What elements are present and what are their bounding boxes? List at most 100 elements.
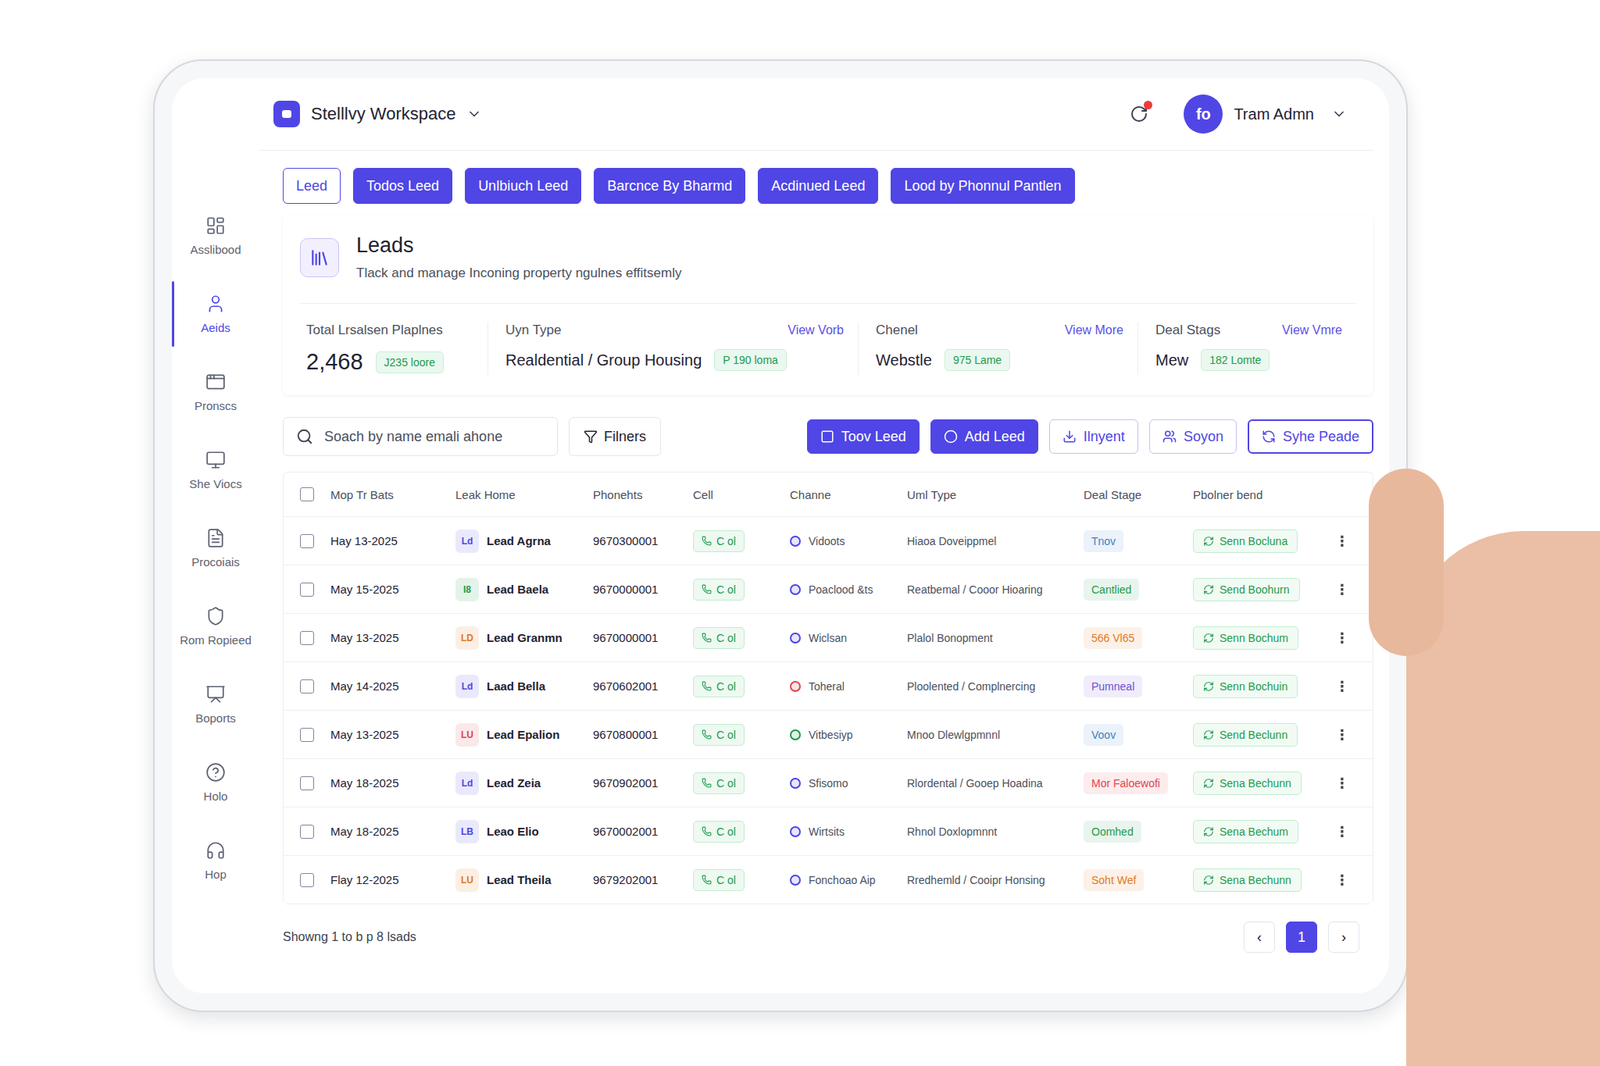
row-checkbox[interactable]	[300, 825, 315, 840]
sidebar-item[interactable]: Boports	[171, 665, 260, 744]
row-menu[interactable]: ⋮	[1332, 775, 1350, 793]
user-avatar[interactable]: fo	[1183, 94, 1223, 134]
row-checkbox[interactable]	[300, 776, 315, 791]
send-brochure-button[interactable]: Sena Bechum	[1192, 820, 1299, 844]
column-header[interactable]: Mop Tr Bats	[330, 488, 456, 502]
stat-header: Deal StagsView Vmre	[1155, 322, 1343, 339]
tab[interactable]: Todos Leed	[353, 167, 453, 204]
stat-link[interactable]: View Vmre	[1282, 323, 1343, 338]
user-name: Tram Admn	[1233, 105, 1315, 124]
search-input[interactable]	[322, 428, 545, 447]
column-header[interactable]: Deal Stage	[1083, 488, 1193, 502]
page-button[interactable]: 1	[1285, 921, 1318, 954]
row-menu[interactable]: ⋮	[1332, 581, 1350, 599]
table-row[interactable]: Hay 13-2025LdLead Agrna9670300001C olVid…	[283, 516, 1373, 565]
table-row[interactable]: May 13-2025LDLead Granmn9670000001C olWi…	[283, 613, 1373, 662]
row-menu[interactable]: ⋮	[1332, 823, 1350, 841]
tab[interactable]: Acdinued Leed	[757, 167, 879, 204]
checkbox-cell	[283, 679, 331, 694]
row-checkbox[interactable]	[300, 679, 315, 694]
search-field[interactable]	[282, 417, 558, 457]
toolbar-button[interactable]: Toov Leed	[807, 419, 920, 454]
send-brochure-button[interactable]: Sena Bechunn	[1192, 868, 1302, 893]
call-button[interactable]: C ol	[692, 675, 745, 698]
sidebar-item[interactable]: Asslibood	[171, 196, 260, 275]
sidebar-item[interactable]: Aeids	[171, 275, 260, 354]
lead-badge: LB	[455, 820, 479, 844]
send-brochure-button[interactable]: Senn Bochuin	[1192, 675, 1298, 699]
dashboard-icon	[205, 215, 226, 236]
stat-link[interactable]: View Vorb	[787, 323, 844, 338]
column-header[interactable]: Uml Type	[907, 488, 1084, 502]
phone-cell: 9670800001	[592, 728, 693, 742]
tab[interactable]: Unlbiuch Leed	[464, 167, 582, 204]
refresh-icon	[1203, 535, 1215, 547]
lead-cell: LdLaad Bella	[455, 675, 593, 699]
table-row[interactable]: May 18-2025LBLeao Elio9670002001C olWirt…	[283, 807, 1373, 856]
column-header[interactable]: Pbolner bend	[1192, 488, 1333, 502]
row-menu[interactable]: ⋮	[1332, 871, 1350, 890]
table-row[interactable]: May 15-2025I8Lead Baela9670000001C olPoa…	[283, 564, 1373, 614]
page-button[interactable]: ›	[1328, 921, 1360, 954]
call-button[interactable]: C ol	[692, 724, 745, 747]
send-brochure-button[interactable]: Send Beclunn	[1192, 723, 1298, 747]
toolbar-button[interactable]: Ilnyent	[1049, 419, 1139, 454]
page-button[interactable]: ‹	[1243, 921, 1275, 954]
action-cell: Sena Bechum	[1192, 820, 1333, 844]
call-button[interactable]: C ol	[692, 821, 745, 843]
chevron-down-icon[interactable]	[1331, 106, 1347, 122]
select-all-checkbox[interactable]	[300, 487, 315, 502]
row-checkbox[interactable]	[300, 582, 315, 597]
tab[interactable]: Lood by Phonnul Pantlen	[890, 167, 1075, 204]
sidebar-item[interactable]: Rom Ropieed	[171, 587, 260, 666]
tab[interactable]: Leed	[282, 167, 341, 204]
sidebar-item[interactable]: Procoiais	[171, 509, 260, 588]
call-button[interactable]: C ol	[692, 772, 745, 795]
monitor-icon	[205, 450, 226, 471]
call-button[interactable]: C ol	[692, 578, 745, 601]
send-brochure-button[interactable]: Sena Bechunn	[1192, 771, 1302, 796]
table-row[interactable]: Flay 12-2025LULead Theila9679202001C olF…	[283, 855, 1373, 904]
column-header[interactable]: Cell	[692, 488, 790, 502]
table-row[interactable]: May 14-2025LdLaad Bella9670602001C olToh…	[283, 661, 1373, 711]
stage-badge: Mor Faloewofi	[1083, 772, 1168, 795]
call-button[interactable]: C ol	[692, 530, 745, 553]
toolbar-button[interactable]: Syhe Peade	[1247, 419, 1374, 454]
table-row[interactable]: May 18-2025LdLead Zeia9670902001C olSfis…	[283, 758, 1373, 808]
sidebar-item[interactable]: She Viocs	[171, 431, 260, 510]
toolbar-button[interactable]: Soyon	[1149, 419, 1237, 454]
notification-button[interactable]	[1127, 102, 1151, 126]
row-checkbox[interactable]	[300, 534, 315, 549]
column-header[interactable]: Leak Home	[455, 488, 593, 502]
lead-cell: LBLeao Elio	[455, 820, 593, 844]
column-header[interactable]: Phonehts	[592, 488, 693, 502]
send-brochure-button[interactable]: Senn Bocluna	[1192, 529, 1298, 554]
sidebar-item[interactable]: Hop	[171, 821, 260, 900]
row-checkbox[interactable]	[300, 728, 315, 743]
users-icon	[1162, 429, 1177, 444]
row-checkbox[interactable]	[300, 873, 315, 888]
row-menu[interactable]: ⋮	[1332, 678, 1350, 696]
workspace-switcher[interactable]: Stelllvy Workspace	[273, 100, 483, 128]
filters-button[interactable]: Filners	[568, 417, 661, 457]
stat-link[interactable]: View More	[1064, 323, 1124, 338]
row-menu[interactable]: ⋮	[1332, 532, 1350, 550]
stat-body: Realdential / Group HousingP 190 loma	[505, 349, 844, 372]
send-brochure-button[interactable]: Senn Bochum	[1192, 626, 1299, 650]
row-checkbox[interactable]	[300, 631, 315, 646]
stat-value: 2,468	[306, 349, 364, 375]
table-row[interactable]: May 13-2025LULead Epalion9670800001C olV…	[283, 710, 1373, 759]
channel-dot	[789, 632, 801, 644]
channel-cell: Vidoots	[789, 535, 908, 548]
call-button[interactable]: C ol	[692, 869, 745, 892]
send-brochure-button[interactable]: Send Boohurn	[1192, 578, 1300, 602]
tab[interactable]: Barcnce By Bharmd	[593, 167, 746, 204]
row-menu[interactable]: ⋮	[1332, 629, 1350, 647]
call-button[interactable]: C ol	[692, 627, 745, 650]
toolbar-button[interactable]: Add Leed	[930, 419, 1039, 454]
hand	[1368, 468, 1600, 1066]
column-header[interactable]: Channe	[789, 488, 908, 502]
sidebar-item[interactable]: Holo	[171, 743, 260, 822]
sidebar-item[interactable]: Pronscs	[171, 353, 260, 432]
row-menu[interactable]: ⋮	[1332, 726, 1350, 744]
